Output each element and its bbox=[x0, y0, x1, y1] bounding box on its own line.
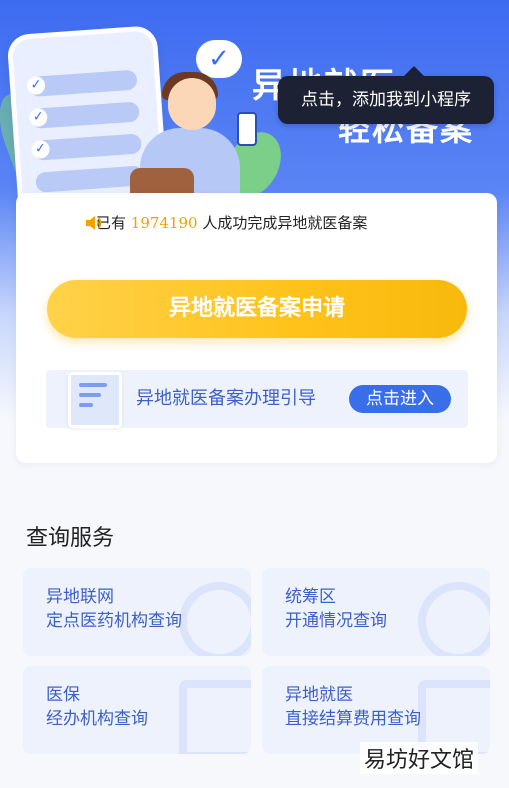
service-label-line2: 经办机构查询 bbox=[46, 709, 148, 729]
enter-guide-button[interactable]: 点击进入 bbox=[349, 385, 451, 413]
service-settlement-fee-query[interactable]: 异地就医 直接结算费用查询 bbox=[262, 666, 490, 754]
watermark: 易坊好文馆 bbox=[360, 742, 479, 774]
service-label-line2: 开通情况查询 bbox=[285, 611, 387, 631]
guide-text: 异地就医备案办理引导 bbox=[136, 388, 316, 409]
service-label-line1: 异地就医 bbox=[285, 685, 353, 705]
pill-icon bbox=[179, 582, 251, 656]
speaker-icon bbox=[86, 216, 102, 230]
service-region-status-query[interactable]: 统筹区 开通情况查询 bbox=[262, 568, 490, 656]
handheld-phone-icon bbox=[237, 112, 257, 146]
service-label-line2: 直接结算费用查询 bbox=[285, 709, 421, 729]
success-count-notice: 已有 1974190 人成功完成异地就医备案 bbox=[54, 212, 367, 234]
tooltip-arrow bbox=[404, 66, 424, 76]
section-title: 查询服务 bbox=[26, 526, 115, 551]
apply-filing-button[interactable]: 异地就医备案申请 bbox=[47, 280, 467, 338]
filing-guide-banner[interactable]: 异地就医备案办理引导 点击进入 bbox=[46, 370, 468, 428]
chat-check-icon: ✓ bbox=[196, 40, 242, 78]
document-icon bbox=[68, 372, 122, 428]
layers-icon bbox=[179, 680, 251, 754]
service-label-line1: 统筹区 bbox=[285, 587, 336, 607]
notice-suffix: 人成功完成异地就医备案 bbox=[202, 214, 368, 232]
person-head bbox=[168, 78, 216, 130]
service-label-line1: 异地联网 bbox=[46, 587, 114, 607]
service-agency-query[interactable]: 医保 经办机构查询 bbox=[23, 666, 251, 754]
add-miniprogram-tooltip[interactable]: 点击，添加我到小程序 bbox=[278, 76, 494, 124]
location-pin-icon bbox=[418, 582, 490, 656]
service-label-line2: 定点医药机构查询 bbox=[46, 611, 182, 631]
service-label-line1: 医保 bbox=[46, 685, 80, 705]
notice-count: 1974190 bbox=[130, 214, 198, 232]
service-designated-institution-query[interactable]: 异地联网 定点医药机构查询 bbox=[23, 568, 251, 656]
